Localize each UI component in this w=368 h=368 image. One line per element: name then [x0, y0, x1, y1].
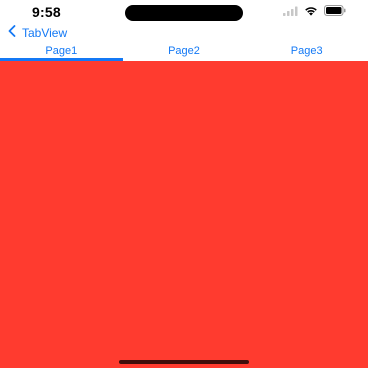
tab-bar: Page1 Page2 Page3 [0, 41, 368, 61]
navigation-bar: TabView [0, 24, 368, 41]
tab-label: Page2 [168, 45, 200, 57]
status-icons [283, 3, 346, 21]
tab-page1[interactable]: Page1 [0, 41, 123, 61]
tab-label: Page3 [290, 45, 323, 57]
battery-icon [324, 3, 346, 21]
chevron-left-icon [8, 24, 16, 42]
cellular-signal-icon [283, 3, 298, 21]
tab-page2[interactable]: Page2 [123, 41, 246, 61]
status-time: 9:58 [32, 4, 61, 20]
status-bar: 9:58 [0, 0, 368, 24]
wifi-icon [304, 3, 318, 21]
page-content [0, 61, 368, 368]
tab-page3[interactable]: Page3 [245, 41, 368, 61]
back-button[interactable]: TabView [8, 24, 67, 41]
home-indicator[interactable] [119, 360, 249, 364]
tab-label: Page1 [45, 45, 78, 57]
dynamic-island [125, 5, 243, 21]
back-button-label: TabView [22, 25, 68, 40]
